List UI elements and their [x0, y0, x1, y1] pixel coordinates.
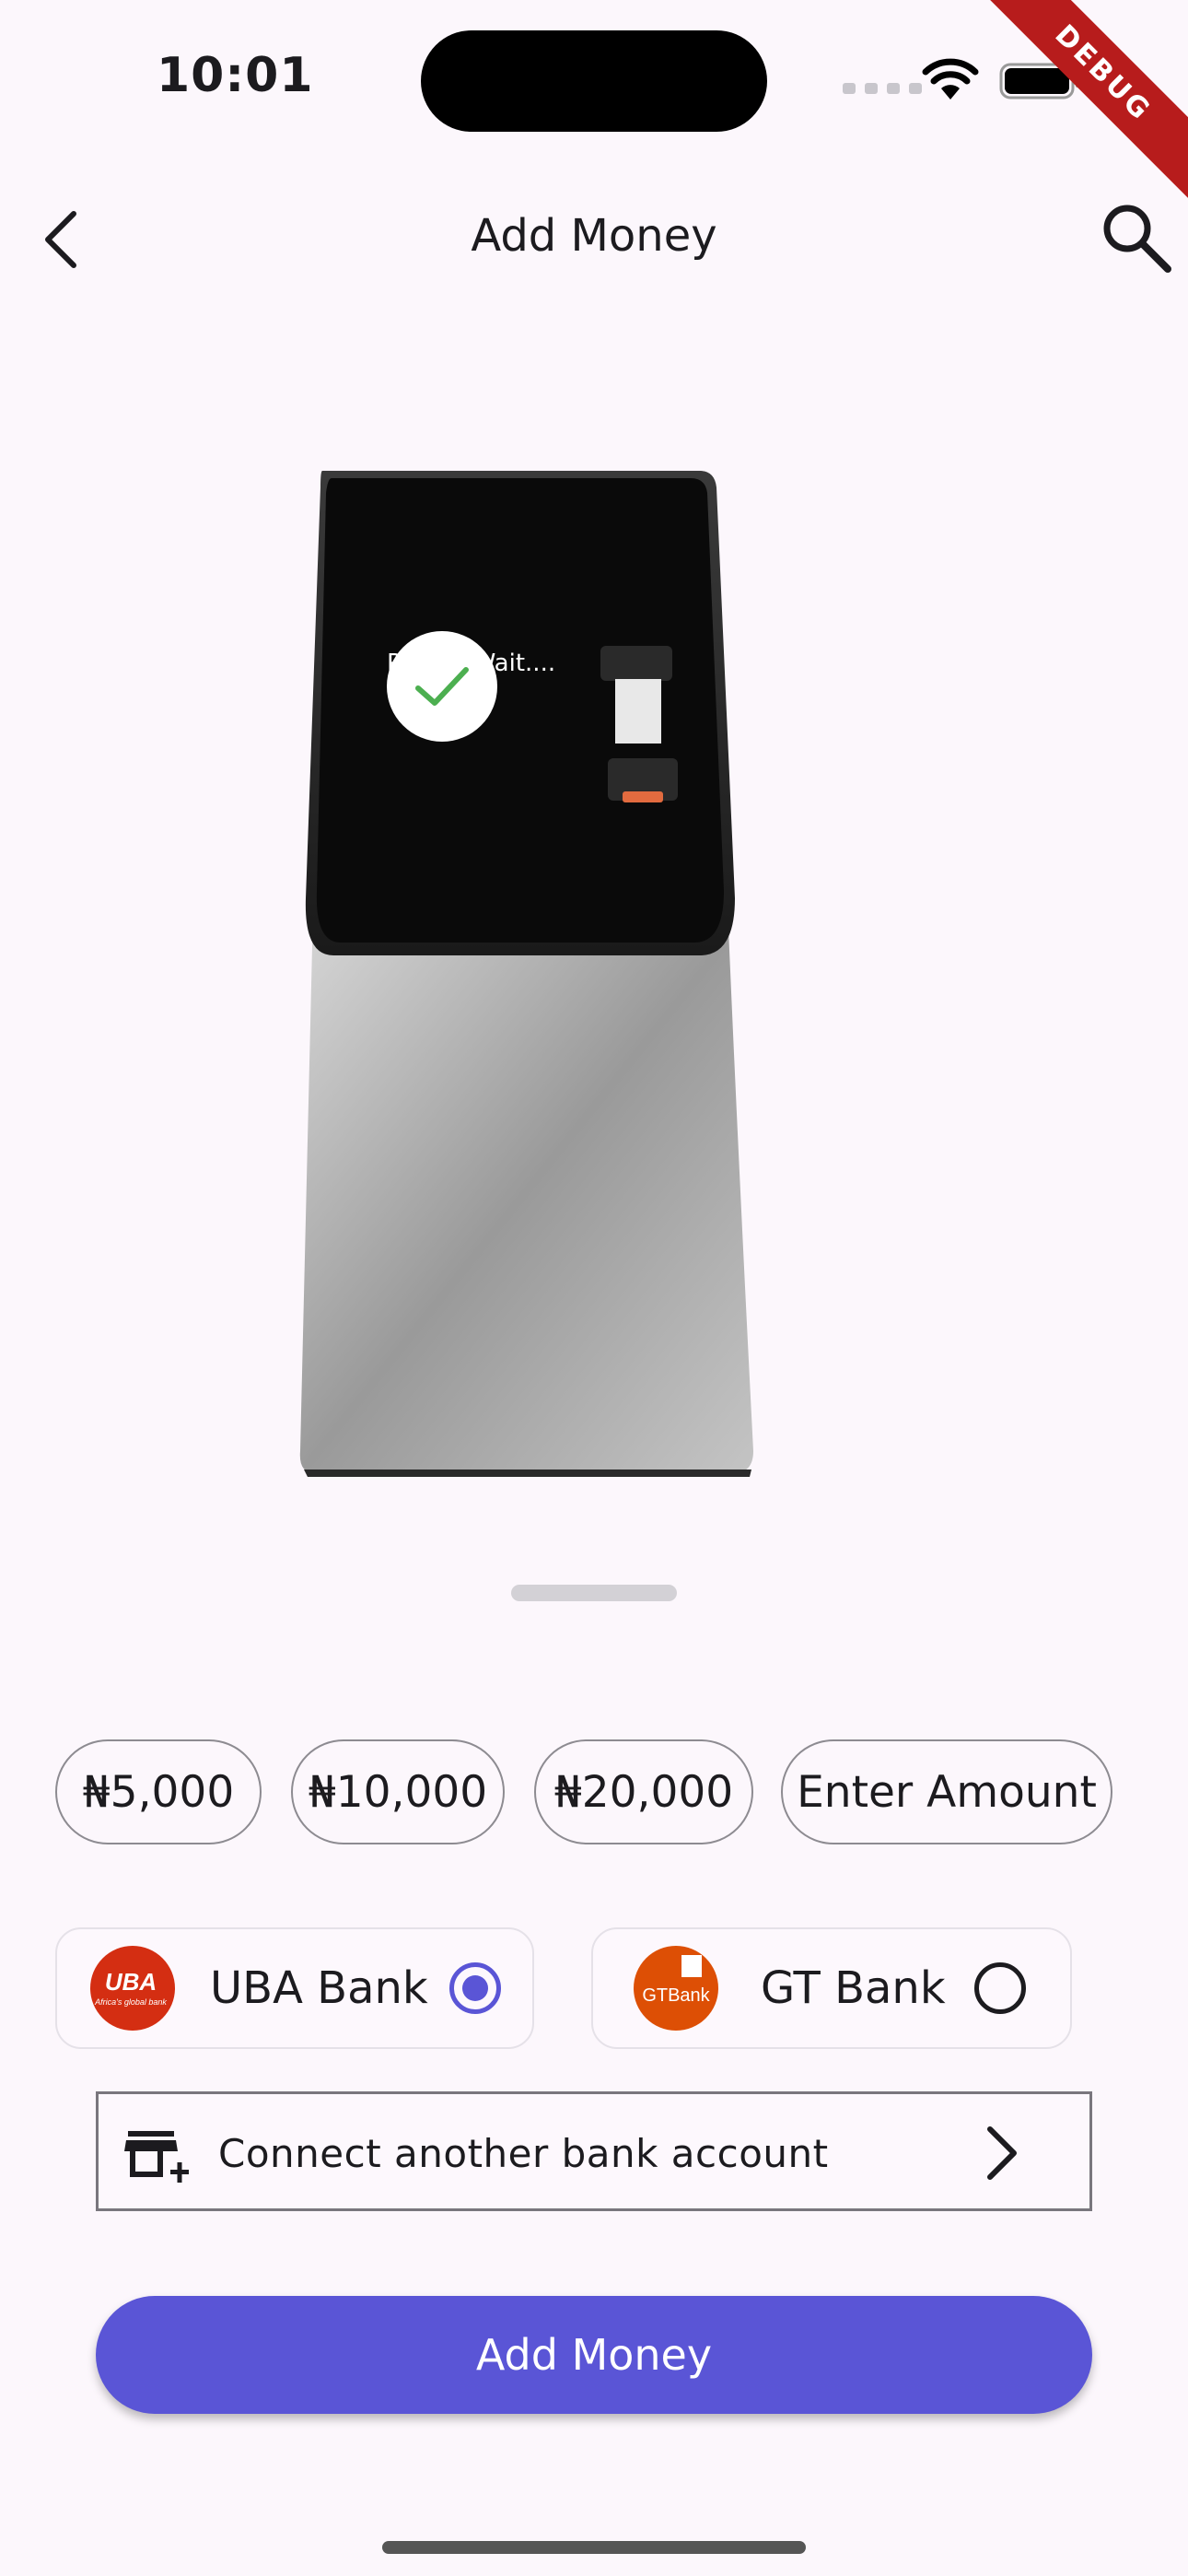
amount-chip-5000[interactable]: ₦5,000 [55, 1739, 262, 1844]
check-icon [415, 667, 469, 706]
status-time: 10:01 [157, 48, 314, 103]
success-badge [387, 631, 497, 742]
gtbank-logo: GTBank [634, 1946, 718, 2031]
add-money-button[interactable]: Add Money [96, 2296, 1092, 2414]
amount-chip-10000[interactable]: ₦10,000 [291, 1739, 505, 1844]
bank-option-uba[interactable]: UBA Africa's global bank UBA Bank [55, 1927, 534, 2049]
amount-chip-20000[interactable]: ₦20,000 [534, 1739, 753, 1844]
chevron-right-icon [987, 2126, 1017, 2180]
gtbank-logo-text: GTBank [642, 1985, 710, 2006]
enter-amount-chip[interactable]: Enter Amount [781, 1739, 1112, 1844]
page-indicator [511, 1585, 677, 1601]
home-indicator [382, 2541, 806, 2554]
cellular-signal-icon [843, 83, 922, 94]
bank-option-gtbank[interactable]: GTBank GT Bank [591, 1927, 1072, 2049]
radio-uba-selected[interactable] [449, 1962, 501, 2014]
search-button[interactable] [1096, 195, 1179, 278]
uba-logo: UBA Africa's global bank [90, 1946, 175, 2031]
dynamic-island [421, 30, 767, 132]
wifi-icon [922, 58, 979, 100]
radio-dot [462, 1975, 488, 2001]
uba-logo-subtext: Africa's global bank [94, 1997, 167, 2007]
bank-name-gtbank: GT Bank [761, 1962, 946, 2014]
bank-name-uba: UBA Bank [210, 1962, 428, 2014]
connect-bank-label: Connect another bank account [218, 2131, 829, 2176]
add-business-icon [124, 2131, 189, 2183]
pos-terminal-image [299, 471, 753, 1477]
debug-banner: DEBUG [965, 0, 1188, 211]
connect-bank-account-button[interactable]: Connect another bank account [96, 2091, 1092, 2211]
radio-gtbank-unselected[interactable] [974, 1962, 1026, 2014]
uba-logo-text: UBA [105, 1968, 157, 1996]
search-icon [1103, 205, 1171, 273]
page-title: Add Money [471, 210, 717, 262]
